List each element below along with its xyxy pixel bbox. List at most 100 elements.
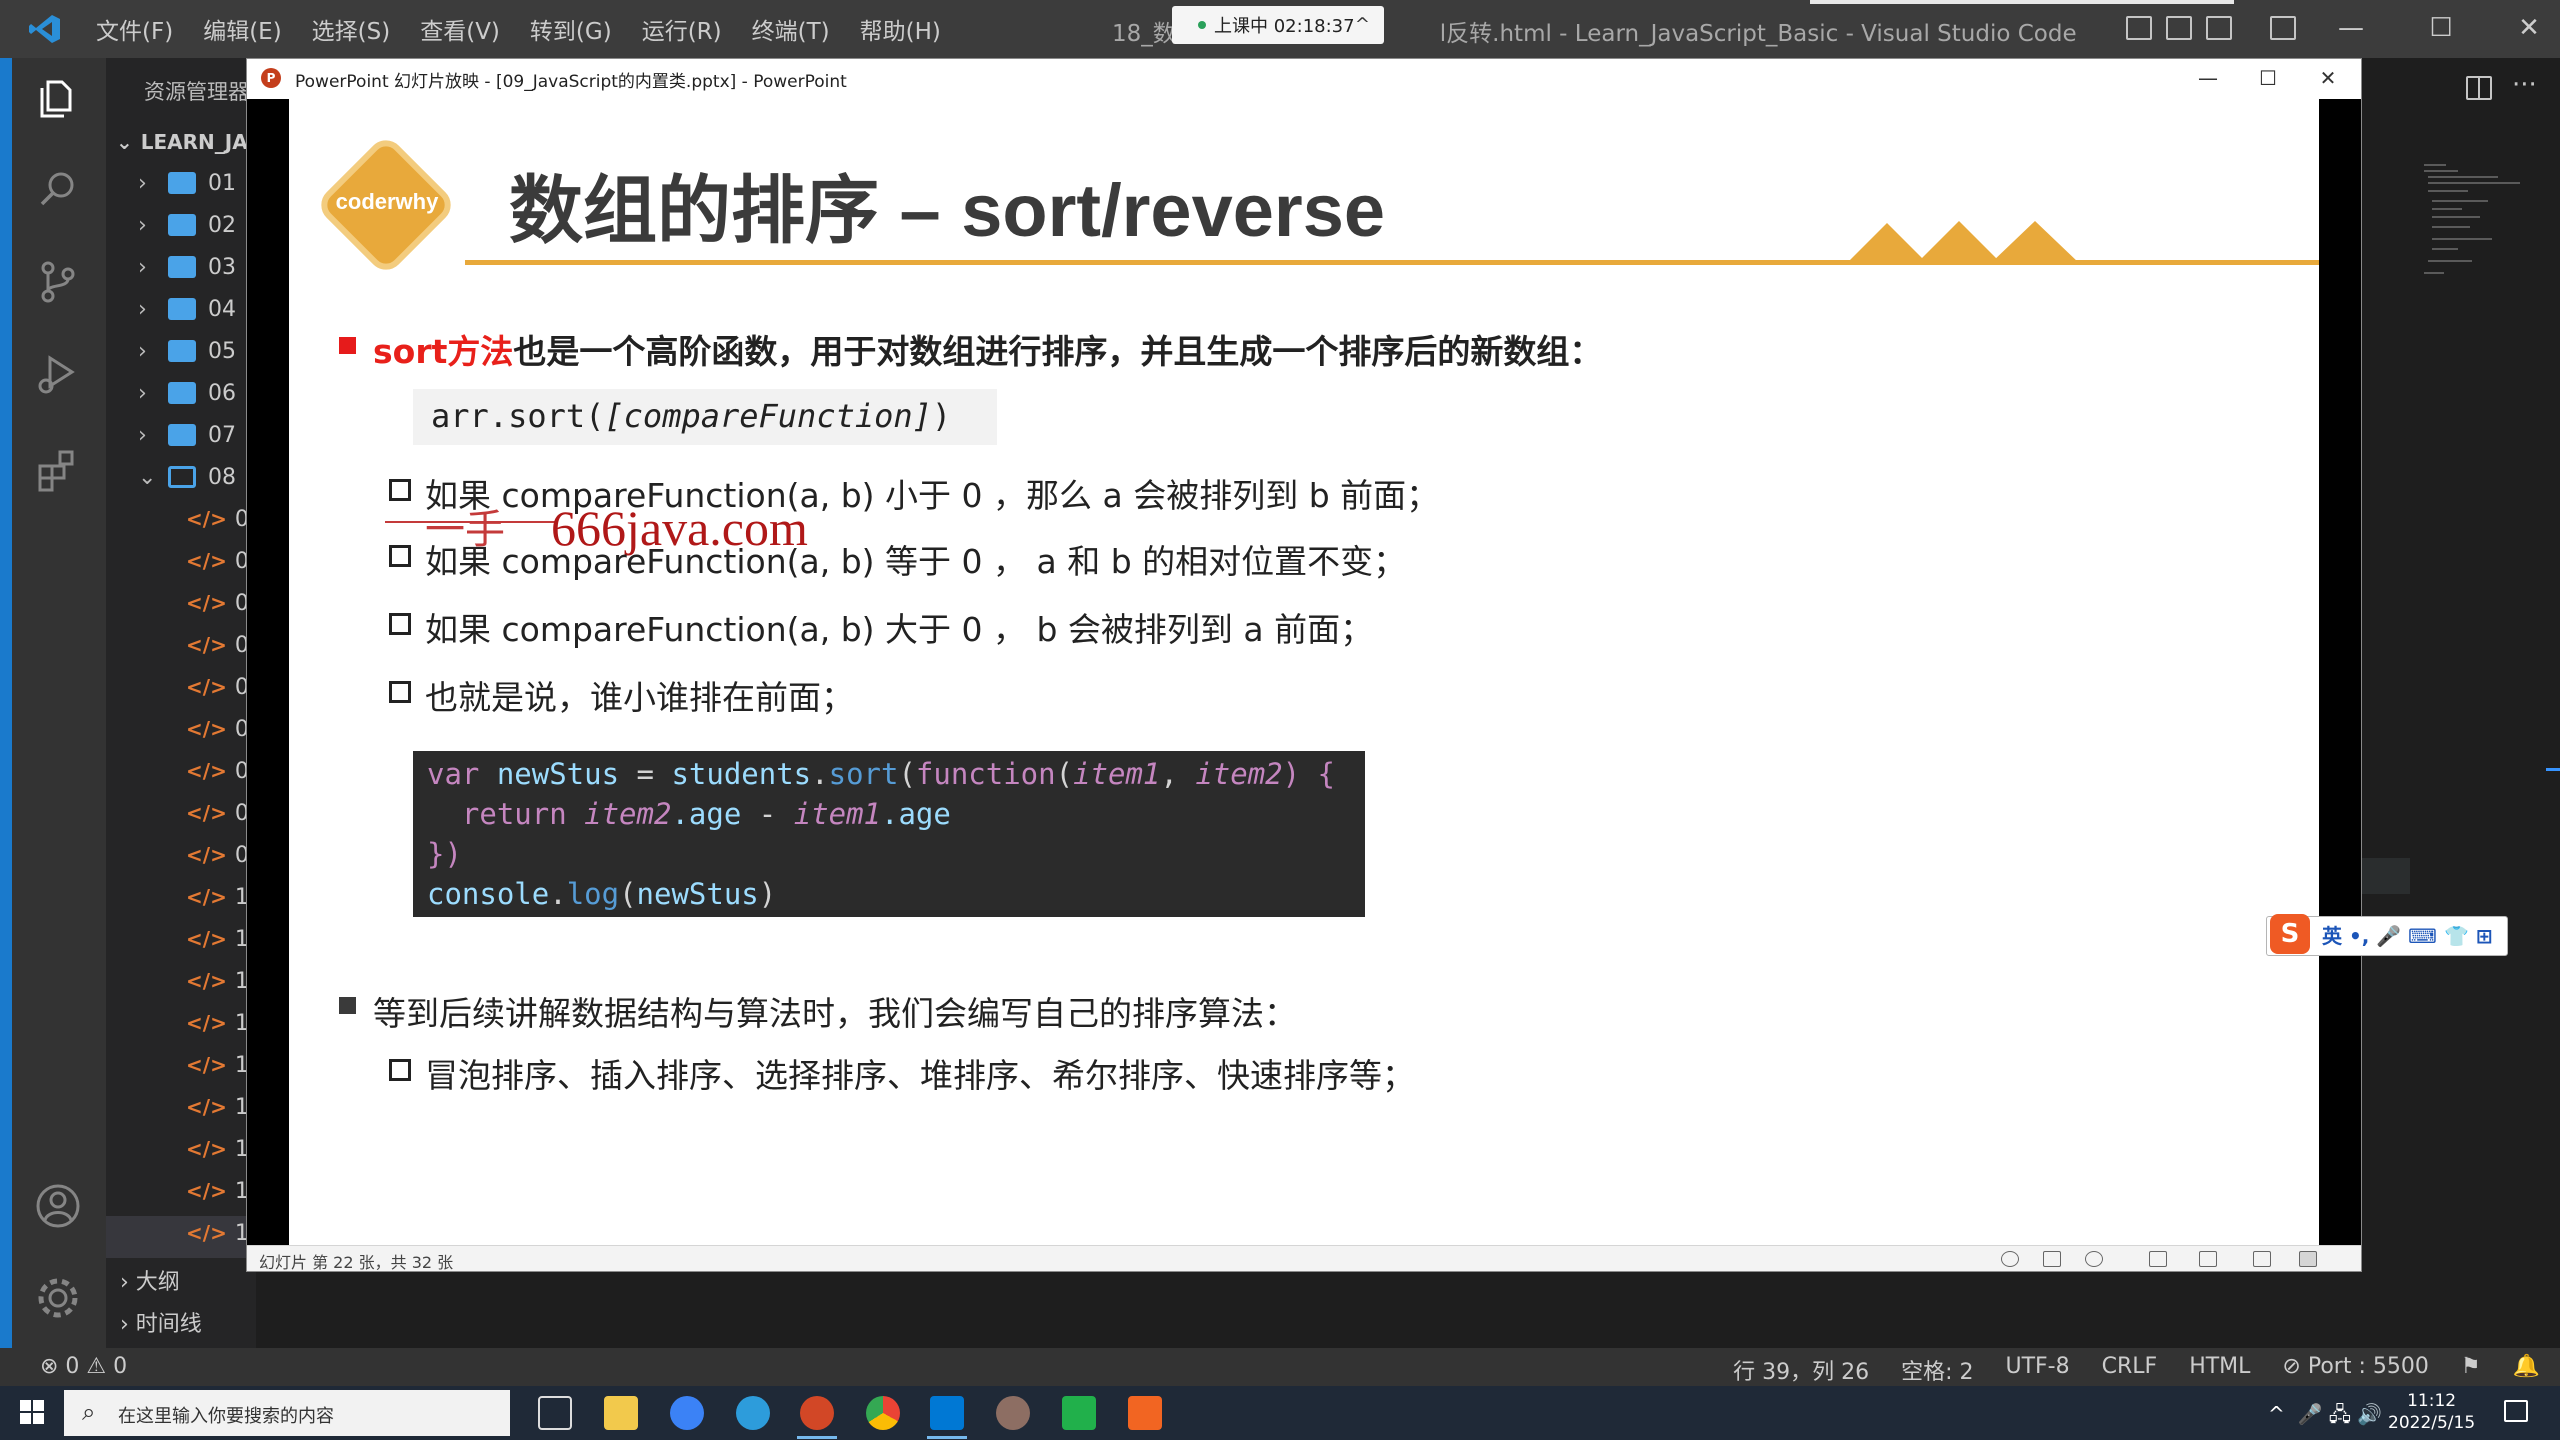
cursor-position[interactable]: 行 39，列 26 bbox=[1733, 1354, 1869, 1386]
tree-folder-open[interactable]: ⌄ 08 bbox=[106, 456, 256, 498]
tree-file[interactable]: </> 0 bbox=[106, 666, 256, 708]
tree-folder[interactable]: › 02 bbox=[106, 204, 256, 246]
feedback-icon[interactable]: ⚑ bbox=[2461, 1354, 2481, 1386]
vscode-logo-icon[interactable] bbox=[28, 13, 62, 45]
tree-file[interactable]: </> 0 bbox=[106, 540, 256, 582]
system-tray[interactable]: ^ 🎤 🖧 🔊 bbox=[2268, 1400, 2382, 1434]
menu-icon[interactable] bbox=[2043, 1251, 2061, 1267]
tree-folder[interactable]: › 07 bbox=[106, 414, 256, 456]
ppt-minimize-icon[interactable]: — bbox=[2183, 61, 2233, 95]
ppt-close-icon[interactable]: ✕ bbox=[2303, 61, 2353, 95]
app-icon-blue-2[interactable] bbox=[736, 1396, 770, 1430]
tree-file[interactable]: </> 0 bbox=[106, 498, 256, 540]
more-actions-icon[interactable]: ··· bbox=[2512, 70, 2537, 100]
file-explorer-icon[interactable] bbox=[604, 1396, 638, 1430]
minimap[interactable] bbox=[2418, 160, 2520, 290]
split-editor-icon[interactable] bbox=[2466, 76, 2492, 100]
notifications-bell-icon[interactable]: 🔔 bbox=[2513, 1354, 2540, 1386]
menu-help[interactable]: 帮助(H) bbox=[860, 12, 941, 46]
chevron-up-icon[interactable]: ^ bbox=[1355, 14, 1370, 35]
sogou-ime-icon[interactable]: S bbox=[2270, 914, 2310, 954]
app-icon-blue[interactable] bbox=[670, 1396, 704, 1430]
explorer-root-folder[interactable]: LEARN_JA bbox=[116, 130, 248, 154]
toggle-sidebar-icon[interactable] bbox=[2126, 16, 2152, 40]
tree-file[interactable]: </> 0 bbox=[106, 582, 256, 624]
avatar-app-icon[interactable] bbox=[996, 1396, 1030, 1430]
menu-file[interactable]: 文件(F) bbox=[96, 12, 173, 46]
tree-folder[interactable]: › 03 bbox=[106, 246, 256, 288]
class-timer[interactable]: 上课中 02:18:37 ^ bbox=[1172, 6, 1384, 44]
normal-view-icon[interactable] bbox=[2149, 1251, 2167, 1267]
source-control-icon[interactable] bbox=[34, 258, 82, 306]
slide-sorter-icon[interactable] bbox=[2199, 1251, 2217, 1267]
tree-file[interactable]: </> 1 bbox=[106, 1128, 256, 1170]
tree-file[interactable]: </> 1 bbox=[106, 876, 256, 918]
menu-go[interactable]: 转到(G) bbox=[530, 12, 612, 46]
next-slide-icon[interactable] bbox=[2085, 1251, 2103, 1267]
tree-folder[interactable]: › 04 bbox=[106, 288, 256, 330]
menu-edit[interactable]: 编辑(E) bbox=[203, 12, 281, 46]
powerpoint-taskbar-icon[interactable] bbox=[800, 1396, 834, 1430]
problems-indicator[interactable]: ⊗ 0 ⚠ 0 bbox=[40, 1354, 127, 1379]
toggle-secondary-sidebar-icon[interactable] bbox=[2206, 16, 2232, 40]
explorer-icon[interactable] bbox=[34, 74, 82, 122]
hollow-bullet-icon bbox=[389, 681, 411, 703]
tree-file[interactable]: </> 1 bbox=[106, 1002, 256, 1044]
tree-file[interactable]: </> 0 bbox=[106, 834, 256, 876]
run-debug-icon[interactable] bbox=[34, 350, 82, 398]
indentation[interactable]: 空格: 2 bbox=[1901, 1354, 1973, 1386]
tree-file-selected[interactable]: </> 1 bbox=[106, 1212, 256, 1254]
folder-icon bbox=[168, 172, 196, 194]
ime-controls[interactable]: 英 •, 🎤 ⌨ 👕 ⊞ bbox=[2322, 920, 2493, 949]
task-view-icon[interactable] bbox=[538, 1396, 572, 1430]
tree-file[interactable]: </> 0 bbox=[106, 708, 256, 750]
slideshow-view-icon[interactable] bbox=[2299, 1251, 2317, 1267]
menu-view[interactable]: 查看(V) bbox=[420, 12, 500, 46]
ppt-maximize-icon[interactable]: ☐ bbox=[2243, 61, 2293, 95]
settings-gear-icon[interactable] bbox=[34, 1274, 82, 1322]
slide-title: 数组的排序 – sort/reverse bbox=[509, 169, 1386, 252]
action-center-icon[interactable] bbox=[2504, 1400, 2528, 1422]
vscode-taskbar-icon[interactable] bbox=[930, 1396, 964, 1430]
camtasia-orange-icon[interactable] bbox=[1128, 1396, 1162, 1430]
tree-file[interactable]: </> 0 bbox=[106, 792, 256, 834]
tree-folder[interactable]: › 05 bbox=[106, 330, 256, 372]
timeline-section[interactable]: › 时间线 bbox=[120, 1306, 202, 1338]
slide[interactable]: coderwhy 数组的排序 – sort/reverse sort方法也是一个… bbox=[289, 99, 2319, 1245]
tree-file[interactable]: </> 1 bbox=[106, 1170, 256, 1212]
line-ending[interactable]: CRLF bbox=[2102, 1354, 2158, 1386]
chrome-icon[interactable] bbox=[866, 1396, 900, 1430]
status-right: 行 39，列 26 空格: 2 UTF-8 CRLF HTML ⊘ Port :… bbox=[1733, 1354, 2540, 1386]
tree-file[interactable]: </> 1 bbox=[106, 1086, 256, 1128]
tree-file[interactable]: </> 0 bbox=[106, 750, 256, 792]
close-icon[interactable]: ✕ bbox=[2508, 8, 2550, 48]
html-file-icon: </> bbox=[186, 675, 227, 699]
minimize-icon[interactable]: — bbox=[2330, 8, 2372, 48]
reading-view-icon[interactable] bbox=[2253, 1251, 2271, 1267]
accounts-icon[interactable] bbox=[34, 1182, 82, 1230]
tree-file[interactable]: </> 1 bbox=[106, 1044, 256, 1086]
language-mode[interactable]: HTML bbox=[2189, 1354, 2250, 1386]
customize-layout-icon[interactable] bbox=[2270, 16, 2296, 40]
maximize-icon[interactable]: ☐ bbox=[2420, 8, 2462, 48]
windows-start-icon[interactable] bbox=[20, 1400, 44, 1424]
toggle-panel-icon[interactable] bbox=[2166, 16, 2192, 40]
live-server-port[interactable]: ⊘ Port : 5500 bbox=[2282, 1354, 2428, 1386]
encoding[interactable]: UTF-8 bbox=[2005, 1354, 2069, 1386]
tree-folder[interactable]: › 06 bbox=[106, 372, 256, 414]
extensions-icon[interactable] bbox=[34, 446, 82, 494]
menu-terminal[interactable]: 终端(T) bbox=[752, 12, 830, 46]
prev-slide-icon[interactable] bbox=[2001, 1251, 2019, 1267]
outline-section[interactable]: › 大纲 bbox=[120, 1264, 180, 1296]
tree-file[interactable]: </> 1 bbox=[106, 918, 256, 960]
html-file-icon: </> bbox=[186, 885, 227, 909]
tree-file[interactable]: </> 0 bbox=[106, 624, 256, 666]
menu-run[interactable]: 运行(R) bbox=[642, 12, 722, 46]
camtasia-green-icon[interactable] bbox=[1062, 1396, 1096, 1430]
tree-folder[interactable]: › 01 bbox=[106, 162, 256, 204]
folder-label: 03 bbox=[208, 254, 236, 280]
tree-file[interactable]: </> 1 bbox=[106, 960, 256, 1002]
menu-selection[interactable]: 选择(S) bbox=[312, 12, 391, 46]
search-icon[interactable] bbox=[34, 166, 82, 214]
clock[interactable]: 11:12 2022/5/15 bbox=[2388, 1390, 2475, 1434]
